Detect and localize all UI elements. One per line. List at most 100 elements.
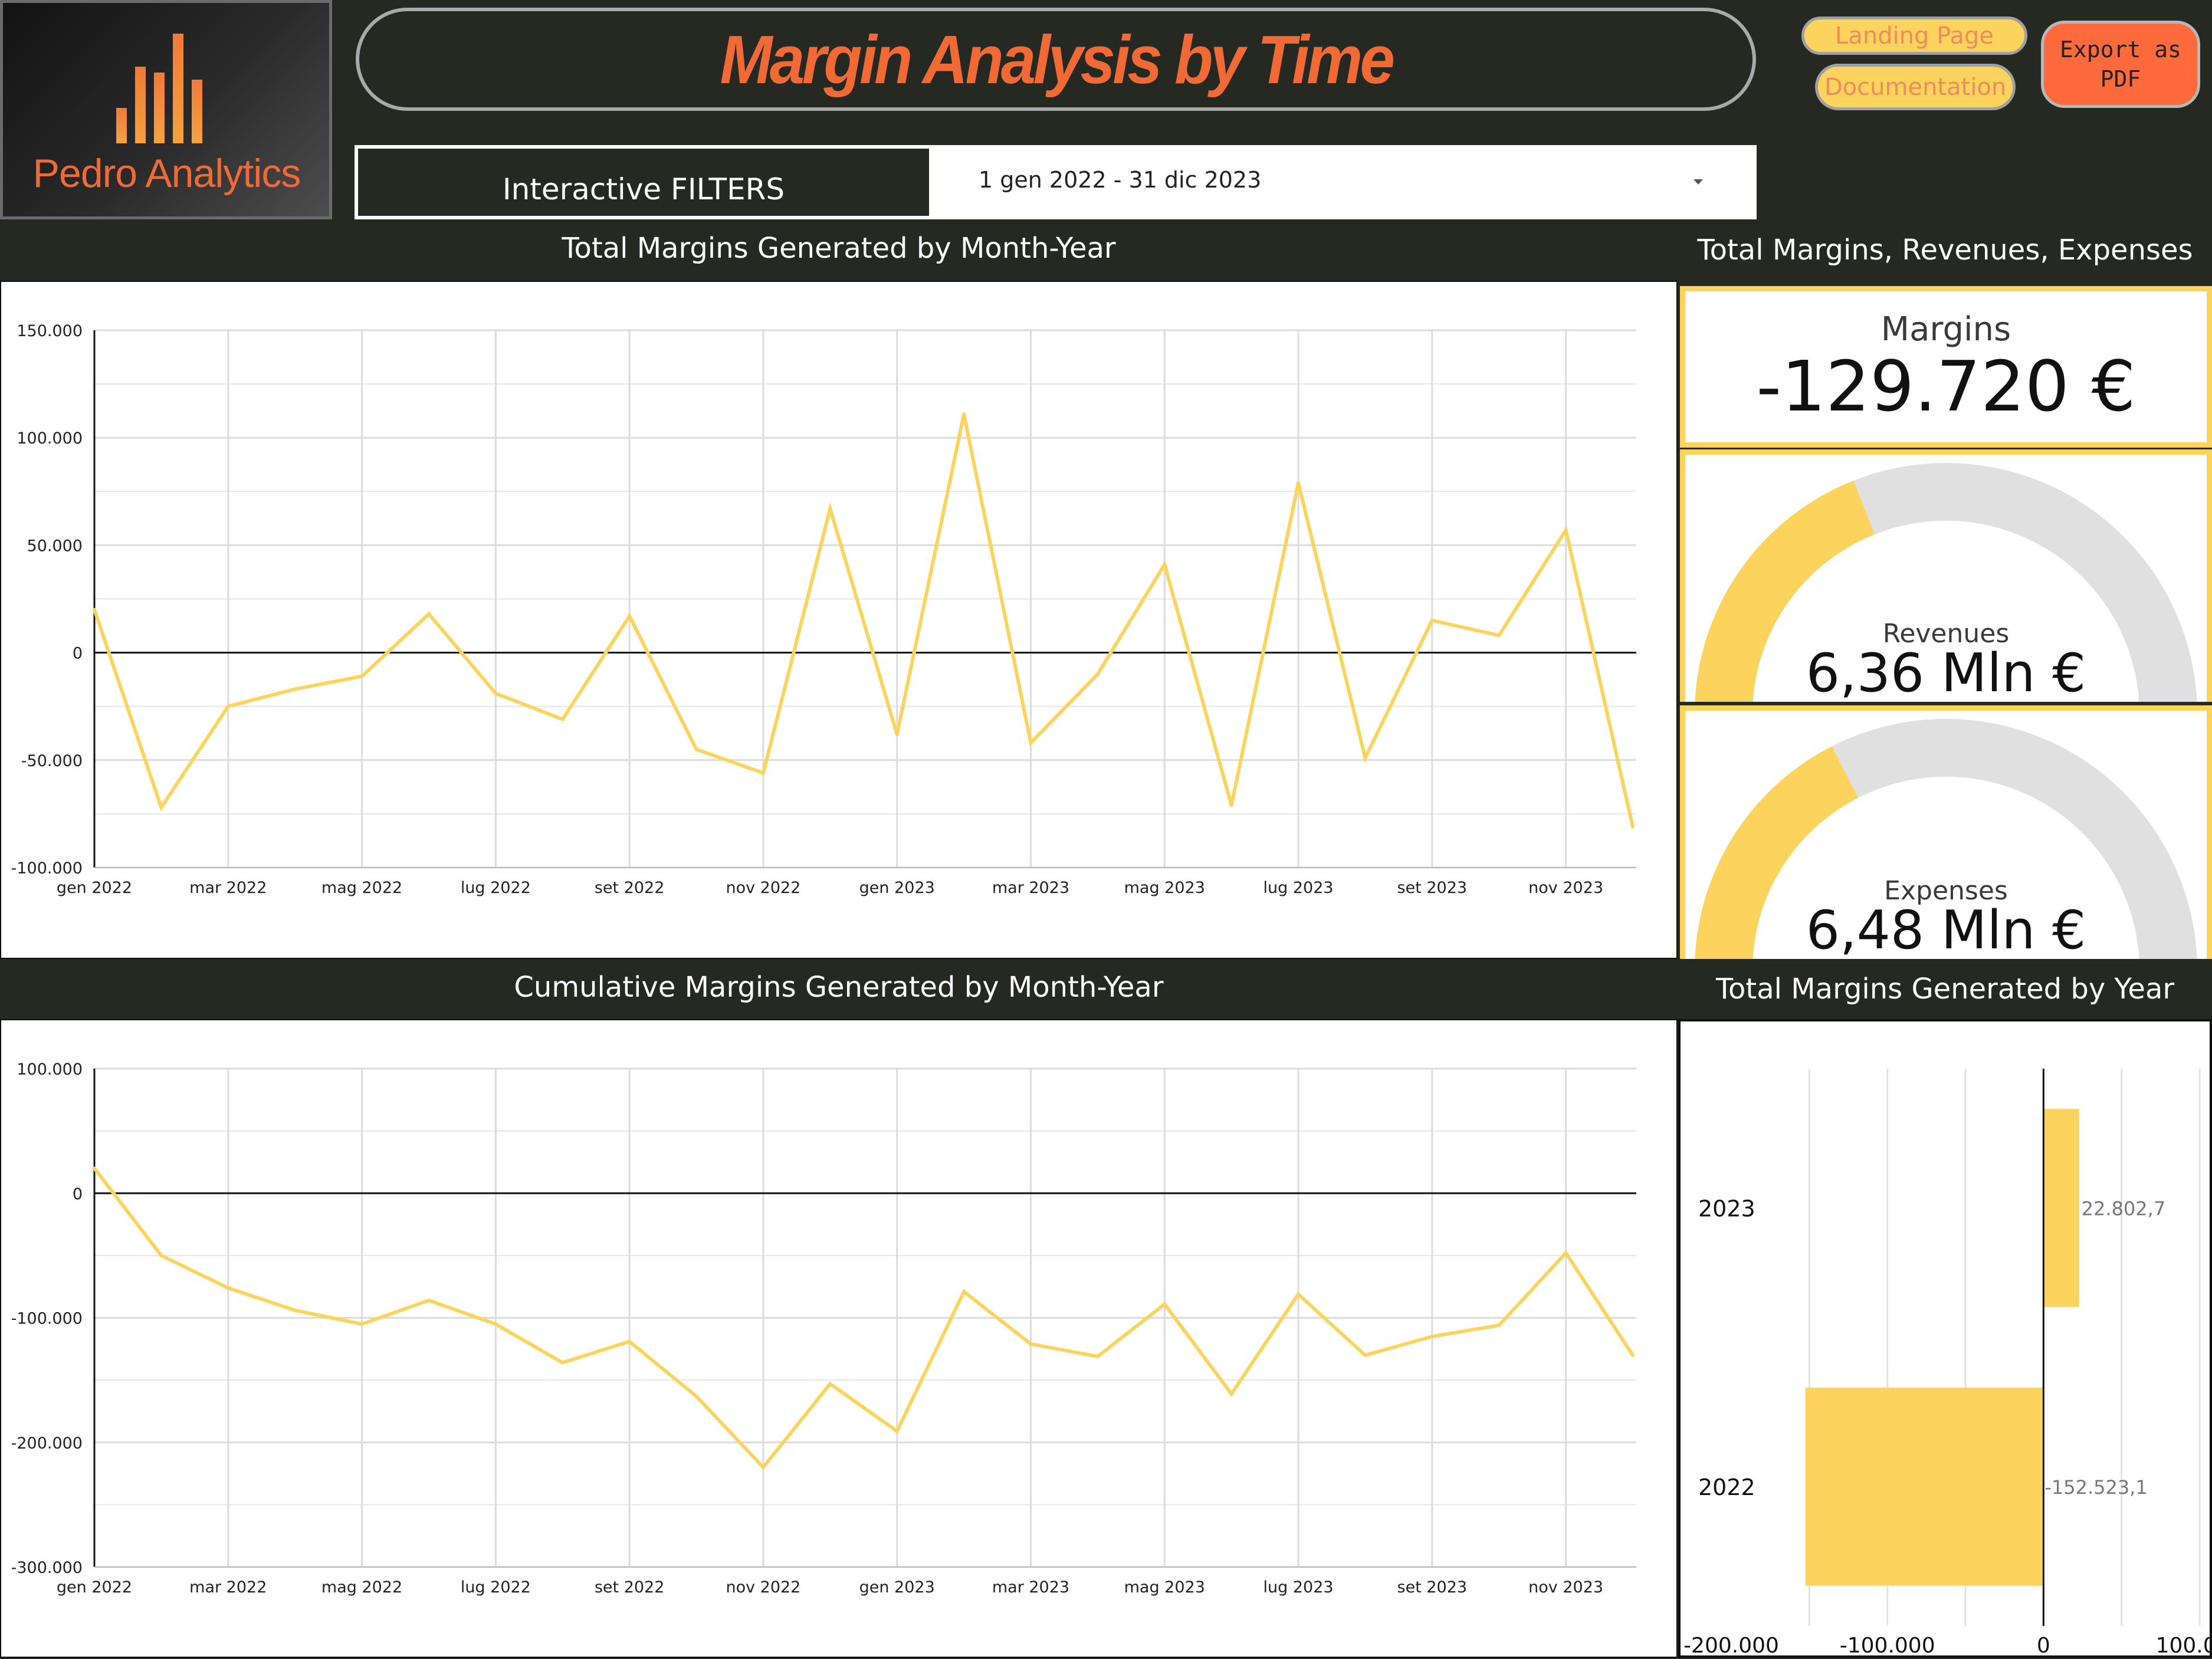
y-tick-label: 150.000 xyxy=(17,322,83,340)
yearly-margins-chart: -200.000 -100.000 0 100.000 2023 22.802,7 2022… xyxy=(1683,1069,2212,1658)
x-tick-label: gen 2022 xyxy=(57,879,132,897)
data-point xyxy=(293,1308,297,1312)
data-point xyxy=(1163,1302,1167,1306)
x-tick-label: set 2023 xyxy=(1397,879,1468,897)
data-point xyxy=(560,1361,565,1365)
monthly-chart-panel: -100.000 -50.000 0 50.000 100.000 150.000 gen … xyxy=(0,281,1678,959)
x-tick-label: mar 2023 xyxy=(992,1578,1069,1596)
category-label: 2022 xyxy=(1698,1474,1755,1500)
data-point xyxy=(226,1286,230,1290)
data-point xyxy=(1229,1392,1233,1396)
data-point xyxy=(494,691,498,695)
logo: Pedro Analytics xyxy=(0,0,332,219)
data-point xyxy=(1095,1354,1100,1358)
monthly-chart-title: Total Margins Generated by Month-Year xyxy=(562,232,1116,265)
x-tick-label: 100.000 xyxy=(2156,1634,2210,1655)
y-tick-label: -100.000 xyxy=(11,859,83,878)
x-tick-label: lug 2023 xyxy=(1263,1578,1334,1596)
x-tick-label: nov 2023 xyxy=(1528,879,1603,897)
data-point xyxy=(962,1290,966,1294)
data-point xyxy=(1163,563,1167,567)
cumulative-chart-panel: -300.000 -200.000 -100.000 0 100.000 gen 2022… xyxy=(0,1019,1678,1658)
data-point xyxy=(1564,1251,1568,1255)
dropdown-caret-icon[interactable] xyxy=(1694,179,1703,185)
landing-page-button[interactable]: Landing Page xyxy=(1801,17,2027,55)
data-point xyxy=(761,771,765,775)
x-tick-label: gen 2022 xyxy=(57,1578,132,1596)
data-point xyxy=(628,614,632,618)
x-tick-label: nov 2023 xyxy=(1528,1578,1603,1596)
data-point xyxy=(694,747,698,751)
bar xyxy=(1805,1387,2044,1586)
x-tick-label: mag 2023 xyxy=(1124,1578,1205,1596)
page-title: Margin Analysis by Time xyxy=(720,21,1394,98)
logo-bars-icon xyxy=(116,34,202,143)
data-point xyxy=(895,732,899,737)
y-tick-label: -200.000 xyxy=(11,1434,83,1453)
logo-text: Pedro Analytics xyxy=(32,151,301,196)
x-tick-label: gen 2023 xyxy=(859,1578,935,1596)
monthly-margins-chart: -100.000 -50.000 0 50.000 100.000 150.000 gen … xyxy=(11,322,1636,897)
data-point xyxy=(93,1167,96,1170)
data-point xyxy=(1029,741,1033,745)
x-tick-label: gen 2023 xyxy=(859,879,935,897)
x-tick-label: set 2022 xyxy=(595,879,665,897)
data-point xyxy=(1564,528,1568,532)
y-tick-label: 100.000 xyxy=(17,1060,83,1079)
data-point xyxy=(1497,1323,1501,1328)
data-point xyxy=(628,1339,632,1343)
data-point xyxy=(293,687,297,691)
data-label: -152.523,1 xyxy=(2044,1476,2147,1499)
expenses-gauge-card: Expenses 6,48 Mln € xyxy=(1680,705,2212,959)
filters-label: Interactive FILTERS xyxy=(355,145,933,219)
data-point xyxy=(93,607,96,612)
revenues-value: 6,36 Mln € xyxy=(1806,642,2086,702)
data-point xyxy=(159,1253,163,1257)
x-tick-label: -100.000 xyxy=(1840,1634,1935,1655)
y-tick-label: 50.000 xyxy=(27,537,83,555)
data-point xyxy=(426,612,431,616)
data-point xyxy=(1297,1292,1301,1296)
margins-scorecard: Margins -129.720 € xyxy=(1680,286,2212,448)
x-tick-label: mag 2022 xyxy=(321,879,402,897)
category-label: 2023 xyxy=(1698,1195,1755,1221)
x-tick-label: mar 2022 xyxy=(189,1578,267,1596)
x-tick-label: mar 2022 xyxy=(189,879,267,897)
data-point xyxy=(1029,1342,1033,1346)
data-point xyxy=(761,1466,765,1469)
margins-value: -129.720 € xyxy=(1756,346,2136,427)
data-point xyxy=(828,507,832,511)
data-point xyxy=(694,1394,698,1398)
data-point xyxy=(1095,672,1100,676)
data-point xyxy=(1631,1353,1635,1357)
x-tick-label: set 2022 xyxy=(595,1578,665,1596)
title-banner: Margin Analysis by Time xyxy=(356,8,1756,111)
x-tick-label: mag 2023 xyxy=(1124,879,1205,897)
date-range-filter[interactable]: 1 gen 2022 - 31 dic 2023 xyxy=(933,145,1757,219)
y-tick-label: 100.000 xyxy=(17,429,83,448)
bar xyxy=(2043,1109,2079,1308)
documentation-button[interactable]: Documentation xyxy=(1815,64,2016,110)
data-point xyxy=(1297,481,1301,485)
expenses-value: 6,48 Mln € xyxy=(1806,899,2086,959)
data-point xyxy=(1363,1353,1367,1357)
export-pdf-label-line2: PDF xyxy=(2100,66,2141,92)
data-point xyxy=(226,704,230,708)
y-tick-label: -100.000 xyxy=(11,1310,83,1328)
data-point xyxy=(426,1298,431,1302)
data-point xyxy=(1363,756,1367,760)
data-point xyxy=(1631,824,1635,829)
data-point xyxy=(360,1322,364,1326)
x-tick-label: 0 xyxy=(2037,1634,2050,1655)
y-tick-label: 0 xyxy=(73,1185,83,1203)
export-pdf-button[interactable]: Export as PDF xyxy=(2041,21,2200,108)
x-tick-label: mag 2022 xyxy=(321,1578,402,1596)
data-point xyxy=(494,1322,498,1326)
x-tick-label: nov 2022 xyxy=(726,1578,800,1596)
data-point xyxy=(159,805,163,809)
revenues-gauge-card: Revenues 6,36 Mln € xyxy=(1680,449,2212,702)
x-tick-label: lug 2022 xyxy=(461,1578,531,1596)
x-tick-label: mar 2023 xyxy=(992,879,1069,897)
series-line xyxy=(93,413,1635,827)
date-range-value: 1 gen 2022 - 31 dic 2023 xyxy=(979,167,1262,193)
